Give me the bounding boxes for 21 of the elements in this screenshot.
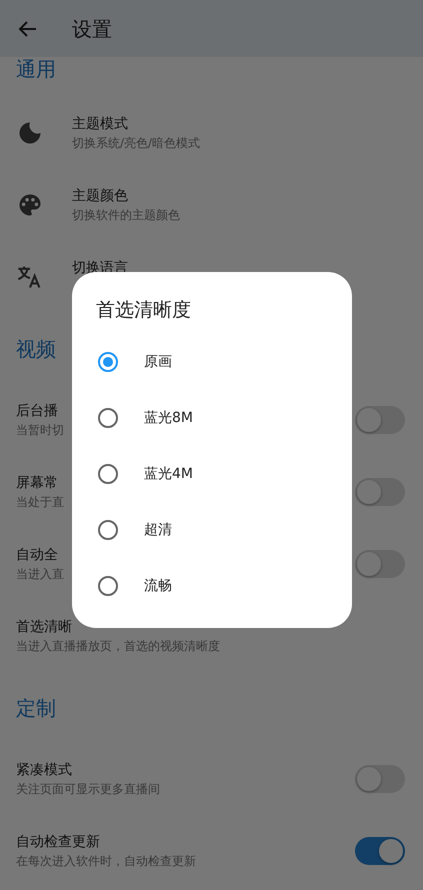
item-title: 首选清晰 bbox=[16, 618, 72, 637]
item-subtitle: 当暂时切 bbox=[16, 422, 64, 439]
item-title: 屏幕常 bbox=[16, 474, 58, 493]
item-title: 紧凑模式 bbox=[16, 761, 72, 780]
item-title: 自动全 bbox=[16, 546, 58, 565]
item-title: 主题颜色 bbox=[72, 187, 128, 206]
dialog-title: 首选清晰度 bbox=[95, 298, 192, 323]
section-title: 视频 bbox=[15, 336, 57, 361]
item-subtitle: 切换系统/亮色/暗色模式 bbox=[72, 135, 200, 152]
item-title: 自动检查更新 bbox=[16, 833, 100, 852]
item-subtitle: 当处于直 bbox=[16, 494, 64, 511]
item-title: 主题模式 bbox=[72, 115, 128, 134]
item-subtitle: 当进入直播播放页，首选的视频清晰度 bbox=[16, 638, 220, 655]
section-title: 通用 bbox=[15, 57, 57, 81]
item-subtitle: 关注页面可显示更多直播间 bbox=[16, 781, 160, 798]
item-subtitle: 在每次进入软件时，自动检查更新 bbox=[16, 853, 196, 870]
item-title: 后台播 bbox=[16, 402, 58, 421]
section-title: 定制 bbox=[15, 695, 57, 720]
item-subtitle: 切换软件的主题颜色 bbox=[72, 207, 180, 224]
item-subtitle: 当进入直 bbox=[16, 566, 64, 583]
page-title: 设置 bbox=[72, 16, 112, 42]
